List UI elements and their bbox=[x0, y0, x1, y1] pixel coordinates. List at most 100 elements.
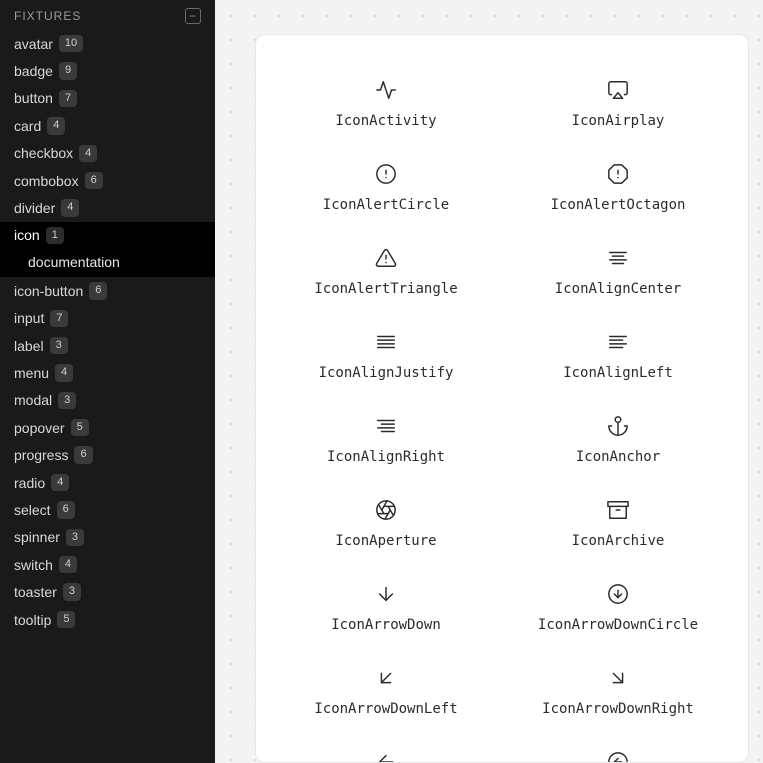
sidebar-item-label: switch bbox=[14, 557, 53, 573]
icon-label: IconActivity bbox=[335, 113, 436, 129]
sidebar-item-card[interactable]: card4 bbox=[0, 112, 215, 139]
sidebar-item-label: spinner bbox=[14, 529, 60, 545]
icon-cell-arrow-down-right[interactable]: IconArrowDownRight bbox=[512, 667, 724, 717]
sidebar-item-progress[interactable]: progress6 bbox=[0, 441, 215, 468]
sidebar-item-count-badge: 6 bbox=[89, 282, 107, 299]
sidebar-item-label: label bbox=[14, 338, 44, 354]
icon-label: IconArrowDownLeft bbox=[314, 701, 457, 717]
icon-cell-align-right[interactable]: IconAlignRight bbox=[280, 415, 492, 465]
sidebar-item-label: toaster bbox=[14, 584, 57, 600]
alert-triangle-icon bbox=[375, 247, 397, 269]
sidebar-item-count-badge: 5 bbox=[71, 419, 89, 436]
sidebar-item-badge[interactable]: badge 9 bbox=[0, 57, 215, 84]
icon-cell-align-justify[interactable]: IconAlignJustify bbox=[280, 331, 492, 381]
sidebar-item-label: icon-button bbox=[14, 283, 83, 299]
arrow-left-circle-icon bbox=[607, 751, 629, 763]
icon-cell-arrow-down-left[interactable]: IconArrowDownLeft bbox=[280, 667, 492, 717]
sidebar-item-label: radio bbox=[14, 475, 45, 491]
icon-label: IconAlignLeft bbox=[563, 365, 673, 381]
sidebar-item-switch[interactable]: switch 4 bbox=[0, 551, 215, 578]
sidebar-item-label: progress bbox=[14, 447, 68, 463]
sidebar-item-label: input bbox=[14, 310, 44, 326]
sidebar: FIXTURES − avatar10 badge 9 button 7 card4che… bbox=[0, 0, 215, 763]
sidebar-item-count-badge: 4 bbox=[79, 145, 97, 162]
align-center-icon bbox=[607, 247, 629, 269]
sidebar-header-title: FIXTURES bbox=[14, 9, 81, 23]
sidebar-item-label: modal bbox=[14, 392, 52, 408]
icon-cell-alert-triangle[interactable]: IconAlertTriangle bbox=[280, 247, 492, 297]
icon-cell-align-left[interactable]: IconAlignLeft bbox=[512, 331, 724, 381]
sidebar-subitem-documentation[interactable]: documentation bbox=[0, 249, 215, 277]
sidebar-item-label: button bbox=[14, 90, 53, 106]
collapse-icon[interactable]: − bbox=[185, 8, 201, 24]
icon-label: IconArrowDownRight bbox=[542, 701, 694, 717]
sidebar-item-button[interactable]: button 7 bbox=[0, 85, 215, 112]
icon-cell-arrow-left[interactable]: IconArrowLeft bbox=[280, 751, 492, 763]
icon-label: IconAlertOctagon bbox=[551, 197, 686, 213]
sidebar-item-count-badge: 7 bbox=[59, 90, 77, 107]
sidebar-item-menu[interactable]: menu 4 bbox=[0, 359, 215, 386]
sidebar-item-count-badge: 4 bbox=[55, 364, 73, 381]
fixture-list: avatar10badge9button7card4checkbox4combo… bbox=[0, 30, 215, 633]
main-canvas: IconActivity IconAirplay IconAlertCircle Ic… bbox=[215, 0, 763, 763]
sidebar-item-input[interactable]: input 7 bbox=[0, 305, 215, 332]
sidebar-item-count-badge: 4 bbox=[59, 556, 77, 573]
sidebar-item-label: menu bbox=[14, 365, 49, 381]
sidebar-item-modal[interactable]: modal 3 bbox=[0, 387, 215, 414]
arrow-down-left-icon bbox=[375, 667, 397, 689]
icon-cell-arrow-down-circle[interactable]: IconArrowDownCircle bbox=[512, 583, 724, 633]
icon-cell-arrow-left-circle[interactable]: IconArrowLeftCircle bbox=[512, 751, 724, 763]
archive-icon bbox=[607, 499, 629, 521]
icon-cell-arrow-down[interactable]: IconArrowDown bbox=[280, 583, 492, 633]
align-right-icon bbox=[375, 415, 397, 437]
sidebar-item-count-badge: 9 bbox=[59, 62, 77, 79]
sidebar-item-label[interactable]: label 3 bbox=[0, 332, 215, 359]
icon-cell-airplay[interactable]: IconAirplay bbox=[512, 79, 724, 129]
icon-cell-activity[interactable]: IconActivity bbox=[280, 79, 492, 129]
sidebar-item-count-badge: 7 bbox=[50, 310, 68, 327]
sidebar-item-label: icon bbox=[14, 227, 40, 243]
sidebar-item-divider[interactable]: divider4 bbox=[0, 194, 215, 221]
sidebar-item-popover[interactable]: popover 5 bbox=[0, 414, 215, 441]
sidebar-item-label: combobox bbox=[14, 173, 79, 189]
airplay-icon bbox=[607, 79, 629, 101]
sidebar-item-count-badge: 6 bbox=[57, 501, 75, 518]
sidebar-item-spinner[interactable]: spinner3 bbox=[0, 524, 215, 551]
align-left-icon bbox=[607, 331, 629, 353]
icon-label: IconAlignCenter bbox=[555, 281, 681, 297]
sidebar-item-toaster[interactable]: toaster 3 bbox=[0, 578, 215, 605]
sidebar-item-tooltip[interactable]: tooltip5 bbox=[0, 606, 215, 633]
sidebar-item-count-badge: 4 bbox=[47, 117, 65, 134]
icon-label: IconArrowDown bbox=[331, 617, 441, 633]
sidebar-item-icon[interactable]: icon 1 bbox=[0, 222, 215, 249]
sidebar-item-count-badge: 1 bbox=[46, 227, 64, 244]
sidebar-item-count-badge: 3 bbox=[58, 392, 76, 409]
icon-cell-aperture[interactable]: IconAperture bbox=[280, 499, 492, 549]
icon-label: IconAlignRight bbox=[327, 449, 445, 465]
icon-cell-align-center[interactable]: IconAlignCenter bbox=[512, 247, 724, 297]
sidebar-item-label: badge bbox=[14, 63, 53, 79]
icon-documentation-card: IconActivity IconAirplay IconAlertCircle Ic… bbox=[255, 34, 749, 763]
icon-label: IconAlignJustify bbox=[319, 365, 454, 381]
icon-cell-anchor[interactable]: IconAnchor bbox=[512, 415, 724, 465]
alert-octagon-icon bbox=[607, 163, 629, 185]
arrow-down-right-icon bbox=[607, 667, 629, 689]
sidebar-item-label: popover bbox=[14, 420, 65, 436]
sidebar-item-select[interactable]: select6 bbox=[0, 496, 215, 523]
icon-cell-alert-circle[interactable]: IconAlertCircle bbox=[280, 163, 492, 213]
sidebar-item-label: avatar bbox=[14, 36, 53, 52]
icon-cell-alert-octagon[interactable]: IconAlertOctagon bbox=[512, 163, 724, 213]
sidebar-item-avatar[interactable]: avatar10 bbox=[0, 30, 215, 57]
sidebar-item-checkbox[interactable]: checkbox4 bbox=[0, 140, 215, 167]
sidebar-item-icon-button[interactable]: icon-button 6 bbox=[0, 277, 215, 304]
sidebar-item-count-badge: 3 bbox=[50, 337, 68, 354]
alert-circle-icon bbox=[375, 163, 397, 185]
icon-label: IconAirplay bbox=[572, 113, 665, 129]
sidebar-item-count-badge: 3 bbox=[63, 583, 81, 600]
arrow-down-circle-icon bbox=[607, 583, 629, 605]
icon-cell-archive[interactable]: IconArchive bbox=[512, 499, 724, 549]
sidebar-item-count-badge: 5 bbox=[57, 611, 75, 628]
sidebar-item-radio[interactable]: radio4 bbox=[0, 469, 215, 496]
sidebar-item-combobox[interactable]: combobox6 bbox=[0, 167, 215, 194]
sidebar-item-label: divider bbox=[14, 200, 55, 216]
